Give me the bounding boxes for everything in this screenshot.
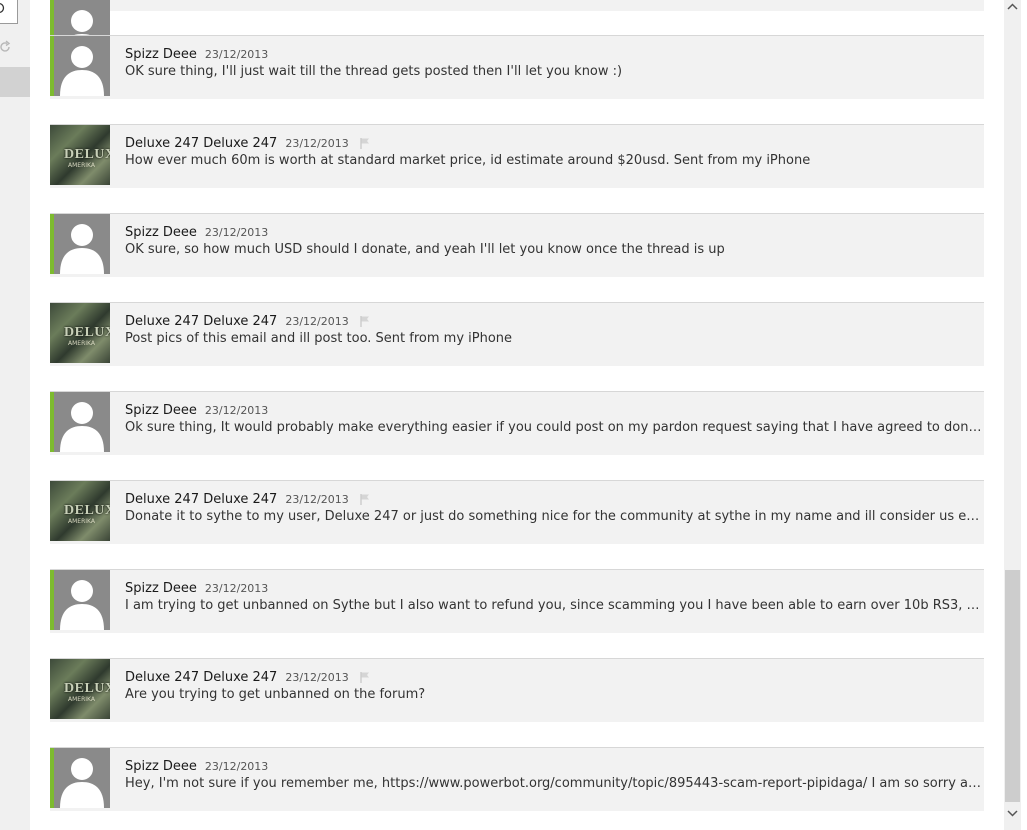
sender-name: Spizz Deee (125, 47, 197, 62)
left-rail (0, 0, 30, 830)
avatar (50, 36, 110, 96)
message-row[interactable]: Spizz Deee 23/12/2013 Ok sure thing, It wo… (50, 391, 984, 455)
message-row[interactable]: Spizz Deee 23/12/2013 OK sure, so how much… (50, 213, 984, 277)
avatar: DELUXAMERIKA (50, 659, 110, 719)
sender-name: Spizz Deee (125, 581, 197, 596)
message-header: Deluxe 247 Deluxe 247 23/12/2013 (125, 488, 371, 507)
message-row[interactable]: DELUXAMERIKA Deluxe 247 Deluxe 247 23/12/2… (50, 302, 984, 366)
flag-icon[interactable] (359, 137, 371, 149)
message-row[interactable]: DELUXAMERIKA Deluxe 247 Deluxe 247 23/12/2… (50, 480, 984, 544)
message-row[interactable]: DELUXAMERIKA Deluxe 247 Deluxe 247 23/12/2… (50, 658, 984, 722)
scroll-down-icon[interactable] (1004, 804, 1021, 824)
message-row[interactable]: Spizz Deee 23/12/2013 I am trying to get u… (50, 569, 984, 633)
message-row[interactable]: Spizz Deee 23/12/2013 Hey, I'm not sure if… (50, 747, 984, 811)
sender-name: Spizz Deee (125, 759, 197, 774)
person-icon (60, 758, 104, 808)
person-icon (60, 580, 104, 630)
message-date: 23/12/2013 (285, 315, 349, 328)
message-header: Spizz Deee 23/12/2013 (125, 43, 268, 62)
avatar (50, 570, 110, 630)
scroll-up-icon[interactable] (1004, 0, 1021, 14)
message-header: Spizz Deee 23/12/2013 (125, 221, 268, 240)
refresh-icon[interactable] (0, 40, 12, 56)
sender-name: Spizz Deee (125, 403, 197, 418)
avatar: DELUXAMERIKA (50, 125, 110, 185)
person-icon (60, 46, 104, 96)
person-icon (60, 224, 104, 274)
message-row[interactable] (50, 0, 984, 60)
scrollbar[interactable] (1004, 0, 1021, 830)
message-date: 23/12/2013 (204, 226, 269, 239)
message-header: Spizz Deee 23/12/2013 (125, 755, 268, 774)
avatar-logo-sub: AMERIKA (68, 696, 95, 703)
flag-icon[interactable] (359, 493, 371, 505)
sender-name: Deluxe 247 Deluxe 247 (125, 492, 278, 507)
message-list: Spizz Deee 23/12/2013 OK sure thing, I'll … (50, 0, 984, 830)
message-date: 23/12/2013 (204, 404, 269, 417)
avatar-logo-sub: AMERIKA (68, 162, 95, 169)
message-date: 23/12/2013 (285, 671, 349, 684)
message-header: Deluxe 247 Deluxe 247 23/12/2013 (125, 132, 371, 151)
flag-icon[interactable] (359, 315, 371, 327)
search-icon[interactable] (0, 2, 7, 14)
flag-icon[interactable] (359, 671, 371, 683)
avatar-logo: DELUX (64, 147, 110, 162)
person-icon (60, 402, 104, 452)
message-header: Spizz Deee 23/12/2013 (125, 577, 268, 596)
message-header: Spizz Deee 23/12/2013 (125, 399, 268, 418)
message-date: 23/12/2013 (204, 582, 269, 595)
message-preview: OK sure thing, I'll just wait till the t… (125, 64, 623, 79)
sender-name: Deluxe 247 Deluxe 247 (125, 136, 278, 151)
message-preview: Post pics of this email and ill post too… (125, 331, 513, 346)
message-row[interactable]: DELUXAMERIKA Deluxe 247 Deluxe 247 23/12/2… (50, 124, 984, 188)
avatar (50, 214, 110, 274)
message-preview: Are you trying to get unbanned on the fo… (125, 687, 426, 702)
folder-selected[interactable] (0, 67, 30, 97)
message-preview: I am trying to get unbanned on Sythe but… (125, 598, 983, 613)
sender-name: Deluxe 247 Deluxe 247 (125, 670, 278, 685)
avatar-logo: DELUX (64, 681, 110, 696)
message-preview: Hey, I'm not sure if you remember me, ht… (125, 776, 983, 791)
message-date: 23/12/2013 (204, 760, 269, 773)
message-date: 23/12/2013 (285, 137, 349, 150)
scrollbar-thumb[interactable] (1005, 570, 1020, 802)
message-date: 23/12/2013 (204, 48, 269, 61)
avatar-logo-sub: AMERIKA (68, 518, 95, 525)
message-row[interactable]: Spizz Deee 23/12/2013 OK sure thing, I'll … (50, 35, 984, 99)
message-header: Deluxe 247 Deluxe 247 23/12/2013 (125, 310, 371, 329)
sender-name: Spizz Deee (125, 225, 197, 240)
message-header: Deluxe 247 Deluxe 247 23/12/2013 (125, 666, 371, 685)
avatar-logo: DELUX (64, 503, 110, 518)
avatar-logo: DELUX (64, 325, 110, 340)
message-date: 23/12/2013 (285, 493, 349, 506)
avatar (50, 748, 110, 808)
avatar-logo-sub: AMERIKA (68, 340, 95, 347)
message-preview: How ever much 60m is worth at standard m… (125, 153, 811, 168)
avatar: DELUXAMERIKA (50, 481, 110, 541)
sender-name: Deluxe 247 Deluxe 247 (125, 314, 278, 329)
message-preview: Ok sure thing, It would probably make ev… (125, 420, 983, 435)
message-preview: OK sure, so how much USD should I donate… (125, 242, 725, 257)
search-input[interactable] (0, 0, 18, 24)
message-preview: Donate it to sythe to my user, Deluxe 24… (125, 509, 983, 524)
avatar (50, 392, 110, 452)
avatar: DELUXAMERIKA (50, 303, 110, 363)
